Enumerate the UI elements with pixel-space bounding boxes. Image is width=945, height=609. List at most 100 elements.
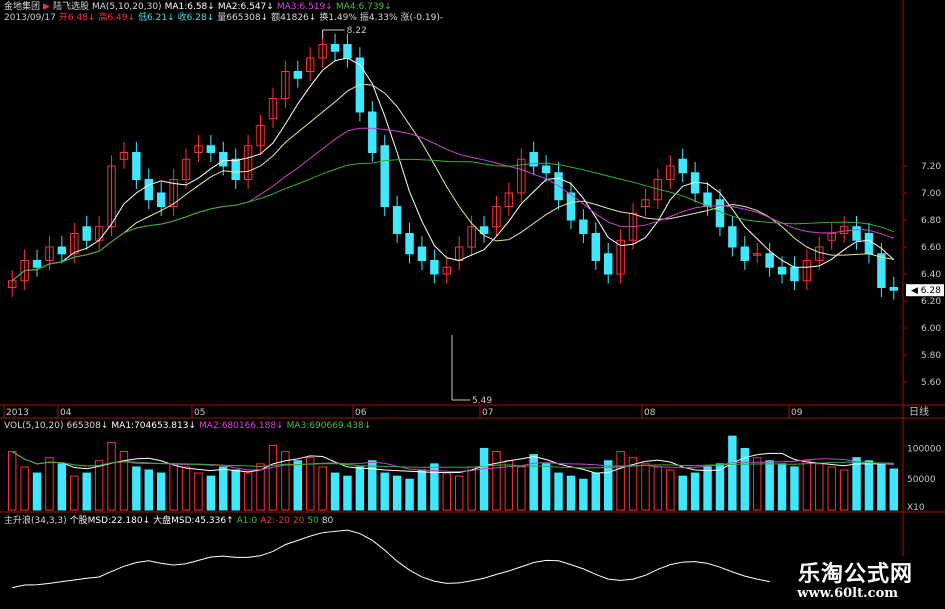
volume-bar — [616, 451, 625, 511]
candle-body — [132, 152, 141, 180]
volume-bar — [380, 472, 389, 511]
volume-bar — [343, 475, 352, 511]
volume-bar — [20, 466, 29, 511]
ma20-line — [11, 127, 894, 282]
volume-bar — [107, 441, 116, 511]
vol-field-1: 665308↓ — [66, 421, 109, 431]
ind-field-4: A2:-20 — [260, 516, 290, 526]
volume-bar — [715, 463, 725, 511]
volume-bar — [566, 475, 576, 511]
volume-bar — [454, 475, 464, 511]
volume-bar — [864, 460, 874, 511]
volume-bar — [827, 466, 836, 511]
candle-body — [430, 260, 439, 275]
vol-field-4: MA3:690669.438↓ — [286, 421, 372, 431]
ind-field-0: 主升浪(34,3,3) — [4, 516, 67, 526]
volume-bar — [839, 469, 849, 511]
ind-field-7: 80 — [321, 516, 334, 526]
volume-bar — [231, 469, 240, 511]
volume-bar — [293, 460, 303, 511]
volume-bar — [815, 463, 824, 511]
low-annotation: 5.49 — [472, 396, 492, 406]
volume-bar — [777, 463, 787, 511]
volume-bar — [268, 444, 278, 511]
ma10-line — [11, 83, 894, 282]
volume-bar — [82, 472, 91, 511]
volume-header: VOL(5,10,20) 665308↓ MA1:704653.813↓ MA2:68… — [4, 421, 374, 432]
volume-bar — [355, 466, 365, 511]
candle-body — [330, 44, 340, 52]
ma30-line — [11, 158, 894, 282]
volume-bar — [728, 435, 737, 511]
ind-field-2: 大盘MSD:45.336↑ — [153, 516, 234, 526]
candle-body — [380, 145, 389, 207]
candle-body — [889, 287, 899, 291]
volume-bar — [579, 478, 588, 511]
candle-body — [355, 57, 365, 113]
volume-bar — [132, 466, 141, 511]
volume-bar — [305, 457, 315, 511]
volume-bar — [318, 466, 327, 511]
volume-bar — [144, 469, 154, 511]
volume-bar — [45, 457, 54, 511]
volume-bar — [7, 451, 17, 511]
volume-bar — [666, 469, 675, 511]
volume-bar — [877, 463, 886, 511]
volume-bar — [194, 472, 203, 511]
volume-bar — [504, 460, 514, 511]
volume-bar — [492, 451, 501, 511]
date-label: 06 — [355, 408, 367, 418]
candle-body — [777, 266, 787, 275]
price-tick-label: 6.80 — [921, 216, 941, 226]
volume-bar — [765, 460, 774, 511]
date-label: 07 — [482, 408, 493, 418]
candle-body — [392, 206, 402, 234]
volume-bar — [467, 466, 476, 511]
price-tick-label: 6.60 — [921, 243, 941, 253]
vol-field-2: MA1:704653.813↓ — [111, 421, 197, 431]
high-annotation: 8.22 — [347, 26, 367, 36]
candle-body — [32, 260, 42, 268]
volume-bar — [790, 466, 799, 511]
price-tick-label: 7.20 — [921, 162, 941, 172]
candle-body — [591, 233, 601, 261]
volume-bar — [32, 472, 42, 511]
volume-bar — [94, 460, 104, 511]
candle-body — [231, 158, 240, 180]
vol-field-0: VOL(5,10,20) — [4, 421, 64, 431]
date-label: 08 — [644, 408, 656, 418]
volume-bar — [330, 472, 340, 511]
period-label: 日线 — [909, 405, 929, 418]
volume-bar — [653, 466, 663, 511]
candle-body — [541, 165, 551, 174]
volume-bar — [889, 468, 899, 511]
vol-field-3: MA2:680166.188↓ — [199, 421, 284, 431]
candle-body — [877, 253, 886, 288]
volume-bar — [181, 466, 191, 511]
candle-body — [852, 226, 861, 241]
candle-body — [728, 226, 737, 248]
candle-body — [579, 219, 588, 234]
volume-unit-label: X10 — [907, 503, 925, 513]
volume-bar — [442, 472, 452, 511]
volume-bar — [641, 463, 650, 511]
watermark-title: 乐淘公式网 — [797, 562, 913, 587]
volume-bar — [690, 472, 700, 511]
candle-body — [765, 253, 774, 268]
ind-field-6: 50 — [307, 516, 319, 526]
volume-bar — [802, 460, 812, 511]
price-tick-label: 6.00 — [921, 324, 941, 334]
candle-body — [144, 179, 154, 201]
date-label: 05 — [194, 408, 205, 418]
volume-bar — [479, 447, 489, 511]
volume-bar — [243, 472, 253, 511]
ind-field-3: A1:0 — [236, 516, 258, 526]
volume-tick-label: 50000 — [907, 475, 936, 485]
volume-bar — [57, 463, 67, 511]
date-label: 2013 — [6, 408, 29, 418]
watermark-url: www.60lt.com — [797, 586, 898, 601]
candle-body — [715, 199, 725, 228]
price-tick-label: 5.60 — [921, 378, 941, 388]
candle-body — [57, 246, 67, 255]
price-tick-label: 6.20 — [921, 297, 941, 307]
